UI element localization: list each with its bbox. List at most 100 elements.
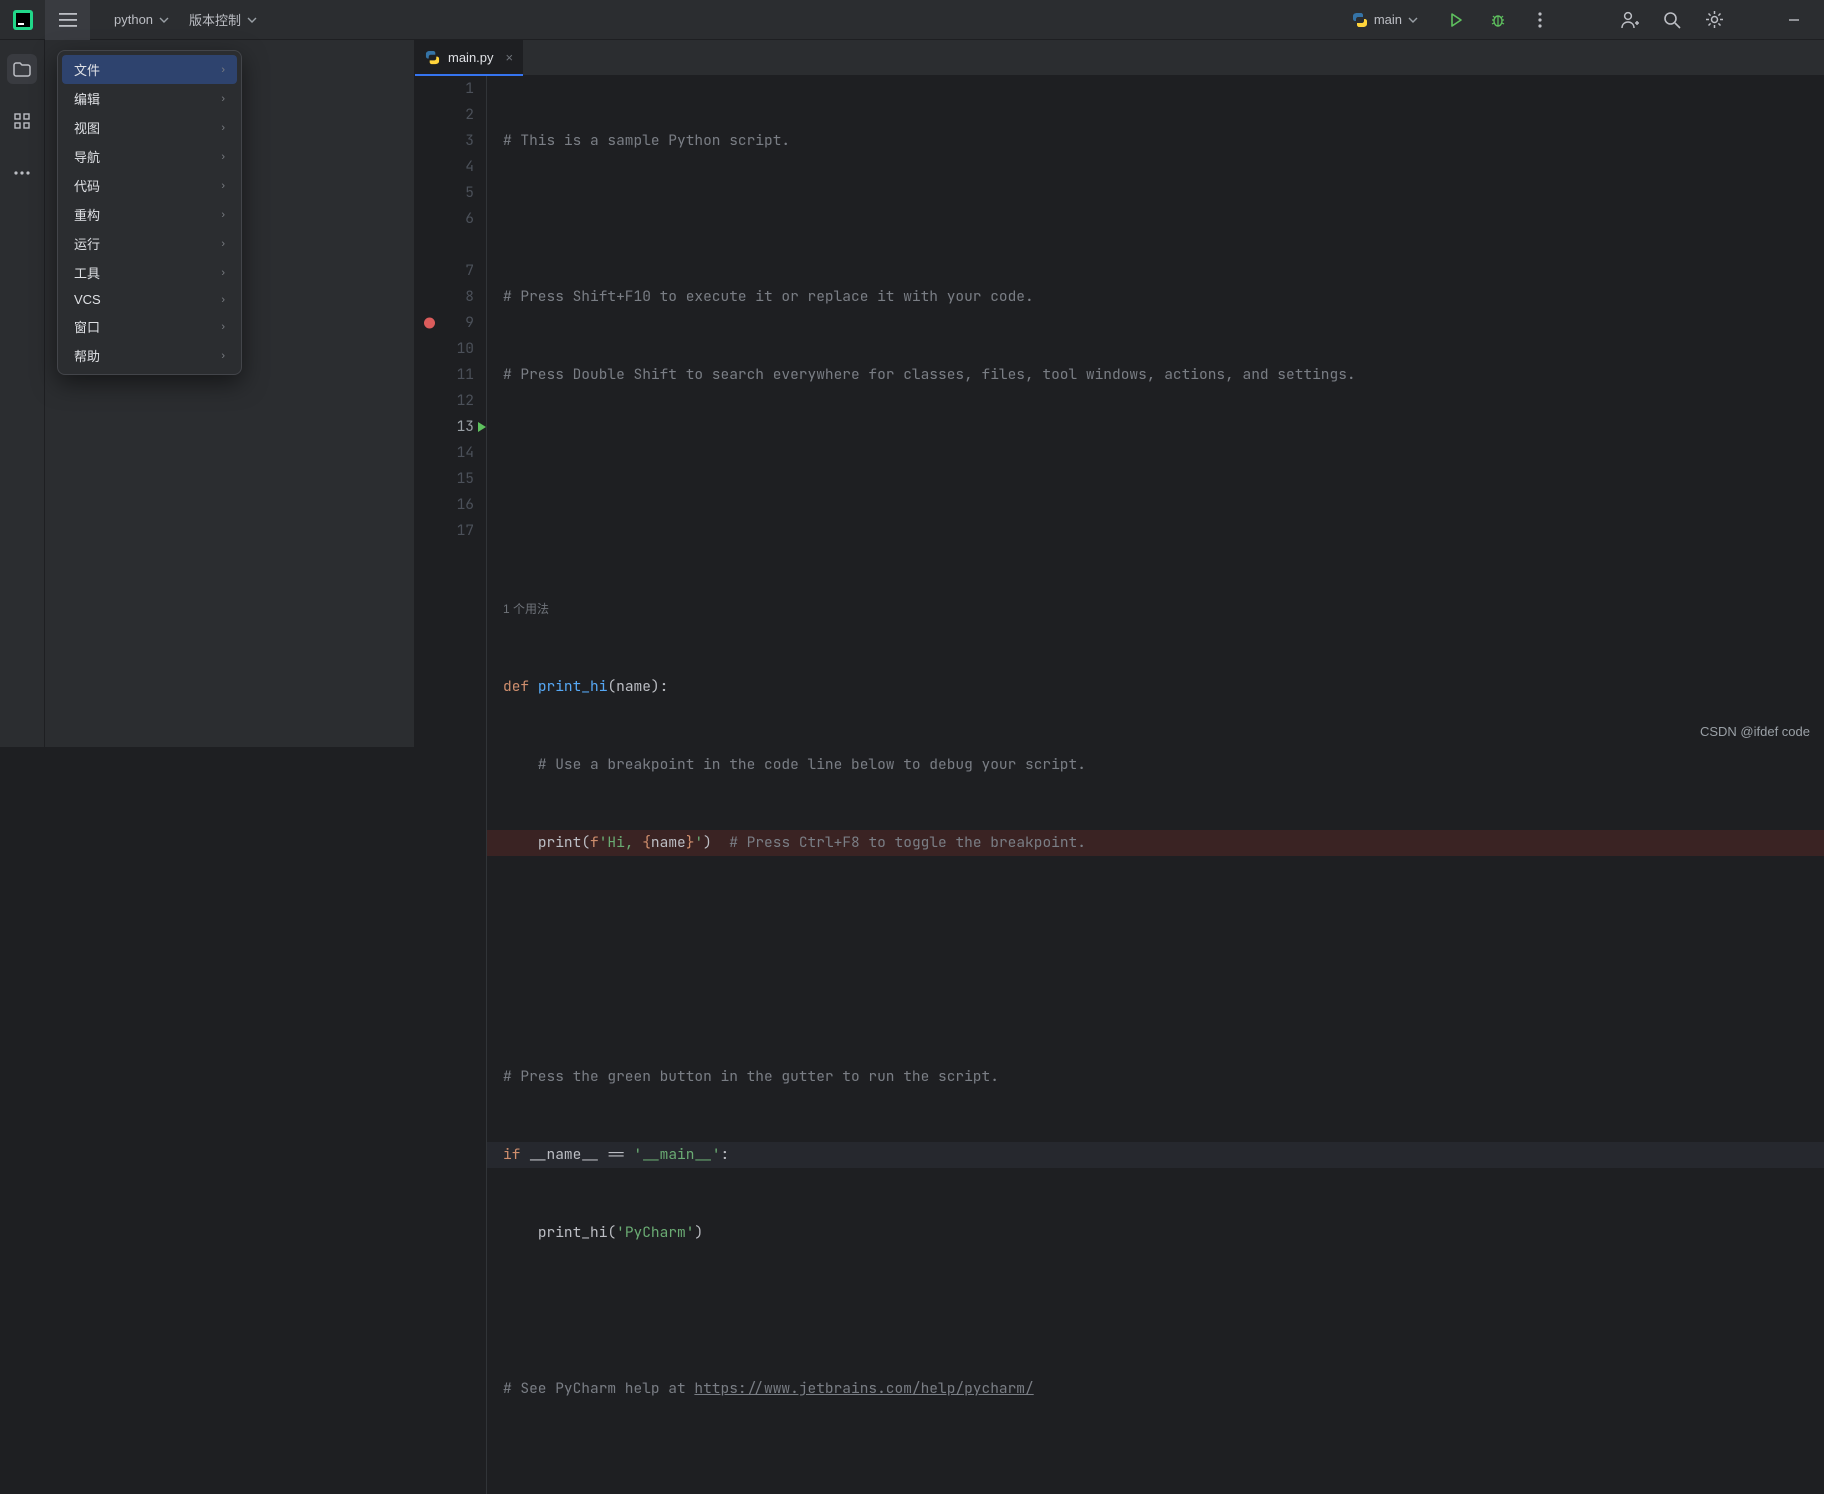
- line-number: 14: [415, 440, 486, 466]
- more-vertical-icon: [1538, 12, 1542, 28]
- structure-tool-button[interactable]: [7, 106, 37, 136]
- vcs-selector[interactable]: 版本控制: [179, 0, 267, 40]
- code-with-me-button[interactable]: [1618, 8, 1642, 32]
- play-icon: [1448, 12, 1464, 28]
- tool-rail: [0, 40, 45, 747]
- chevron-right-icon: ›: [221, 151, 225, 163]
- python-file-icon: [1352, 12, 1368, 28]
- menu-item-tools[interactable]: 工具 ›: [62, 258, 237, 287]
- menu-item-run[interactable]: 运行 ›: [62, 229, 237, 258]
- person-add-icon: [1620, 11, 1640, 29]
- line-number: 9: [415, 310, 486, 336]
- menu-item-label: 编辑: [74, 89, 100, 108]
- project-tool-button[interactable]: [7, 54, 37, 84]
- project-panel: status_demo\python 文件 › 编辑 › 视图 › 导航 › 代…: [45, 40, 415, 747]
- search-icon: [1663, 11, 1681, 29]
- app-logo: [0, 0, 45, 40]
- menu-item-label: VCS: [74, 292, 101, 307]
- more-tools-button[interactable]: [7, 158, 37, 188]
- bug-icon: [1489, 11, 1507, 29]
- tab-row: main.py ×: [415, 40, 1824, 76]
- chevron-right-icon: ›: [221, 350, 225, 362]
- menu-item-label: 重构: [74, 205, 100, 224]
- more-actions-button[interactable]: [1528, 8, 1552, 32]
- line-number: 13: [415, 414, 486, 440]
- menu-item-window[interactable]: 窗口 ›: [62, 312, 237, 341]
- menu-item-help[interactable]: 帮助 ›: [62, 341, 237, 370]
- line-number: 6: [415, 206, 486, 232]
- minimize-icon: [1787, 13, 1801, 27]
- line-number: 3: [415, 128, 486, 154]
- minimize-button[interactable]: [1782, 8, 1806, 32]
- search-everywhere-button[interactable]: [1660, 8, 1684, 32]
- code-content[interactable]: # This is a sample Python script. # Pres…: [487, 76, 1824, 1494]
- line-number: 7: [415, 258, 486, 284]
- line-number: 8: [415, 284, 486, 310]
- chevron-right-icon: ›: [221, 294, 225, 306]
- chevron-right-icon: ›: [221, 209, 225, 221]
- debug-button[interactable]: [1486, 8, 1510, 32]
- chevron-down-icon: [247, 17, 257, 23]
- pycharm-icon: [13, 10, 33, 30]
- tab-label: main.py: [448, 50, 494, 65]
- structure-icon: [14, 113, 30, 129]
- run-button[interactable]: [1444, 8, 1468, 32]
- line-number: 17: [415, 518, 486, 544]
- settings-button[interactable]: [1702, 8, 1726, 32]
- menu-item-label: 工具: [74, 263, 100, 282]
- menu-item-label: 文件: [74, 60, 100, 79]
- line-number: 2: [415, 102, 486, 128]
- menu-item-refactor[interactable]: 重构 ›: [62, 200, 237, 229]
- menu-item-edit[interactable]: 编辑 ›: [62, 84, 237, 113]
- gear-icon: [1705, 10, 1724, 29]
- chevron-right-icon: ›: [221, 64, 225, 76]
- python-file-icon: [425, 50, 440, 65]
- chevron-down-icon: [159, 17, 169, 23]
- editor-area: main.py × 1 2 3 4 5 6 7 8 9 10 11 12 13: [415, 40, 1824, 747]
- tab-close-button[interactable]: ×: [502, 50, 514, 65]
- line-number: 16: [415, 492, 486, 518]
- line-number: 15: [415, 466, 486, 492]
- usage-hint[interactable]: 1 个用法: [487, 596, 1824, 622]
- chevron-right-icon: ›: [221, 93, 225, 105]
- line-number: 5: [415, 180, 486, 206]
- chevron-down-icon: [1408, 17, 1418, 23]
- menu-item-navigate[interactable]: 导航 ›: [62, 142, 237, 171]
- run-script-icon[interactable]: [477, 421, 487, 433]
- chevron-right-icon: ›: [221, 267, 225, 279]
- main-menu-dropdown: 文件 › 编辑 › 视图 › 导航 › 代码 › 重构 ›: [57, 50, 242, 375]
- menu-item-view[interactable]: 视图 ›: [62, 113, 237, 142]
- menu-item-label: 代码: [74, 176, 100, 195]
- run-config-label: main: [1374, 12, 1402, 27]
- line-number: 11: [415, 362, 486, 388]
- chevron-right-icon: ›: [221, 180, 225, 192]
- menu-item-label: 导航: [74, 147, 100, 166]
- project-selector[interactable]: python: [104, 0, 179, 40]
- gutter: 1 2 3 4 5 6 7 8 9 10 11 12 13 14 15 16: [415, 76, 487, 1494]
- menu-item-code[interactable]: 代码 ›: [62, 171, 237, 200]
- chevron-right-icon: ›: [221, 238, 225, 250]
- titlebar: python 版本控制 main: [0, 0, 1824, 40]
- menu-item-label: 窗口: [74, 317, 100, 336]
- line-number: 4: [415, 154, 486, 180]
- line-number: 1: [415, 76, 486, 102]
- tab-main-py[interactable]: main.py ×: [415, 40, 523, 76]
- hamburger-icon: [59, 13, 77, 27]
- code-editor[interactable]: 1 2 3 4 5 6 7 8 9 10 11 12 13 14 15 16: [415, 76, 1824, 1494]
- breakpoint-icon[interactable]: [424, 318, 435, 329]
- menu-item-label: 运行: [74, 234, 100, 253]
- menu-item-vcs[interactable]: VCS ›: [62, 287, 237, 312]
- main-menu-button[interactable]: [45, 0, 90, 40]
- menu-item-label: 帮助: [74, 346, 100, 365]
- run-config-selector[interactable]: main: [1344, 6, 1426, 34]
- vcs-label: 版本控制: [189, 10, 241, 29]
- menu-item-label: 视图: [74, 118, 100, 137]
- menu-item-file[interactable]: 文件 ›: [62, 55, 237, 84]
- more-horizontal-icon: [14, 171, 30, 175]
- folder-icon: [13, 62, 31, 77]
- line-number: 12: [415, 388, 486, 414]
- chevron-right-icon: ›: [221, 321, 225, 333]
- watermark: CSDN @ifdef code: [1700, 724, 1810, 739]
- line-number: 10: [415, 336, 486, 362]
- project-label: python: [114, 12, 153, 27]
